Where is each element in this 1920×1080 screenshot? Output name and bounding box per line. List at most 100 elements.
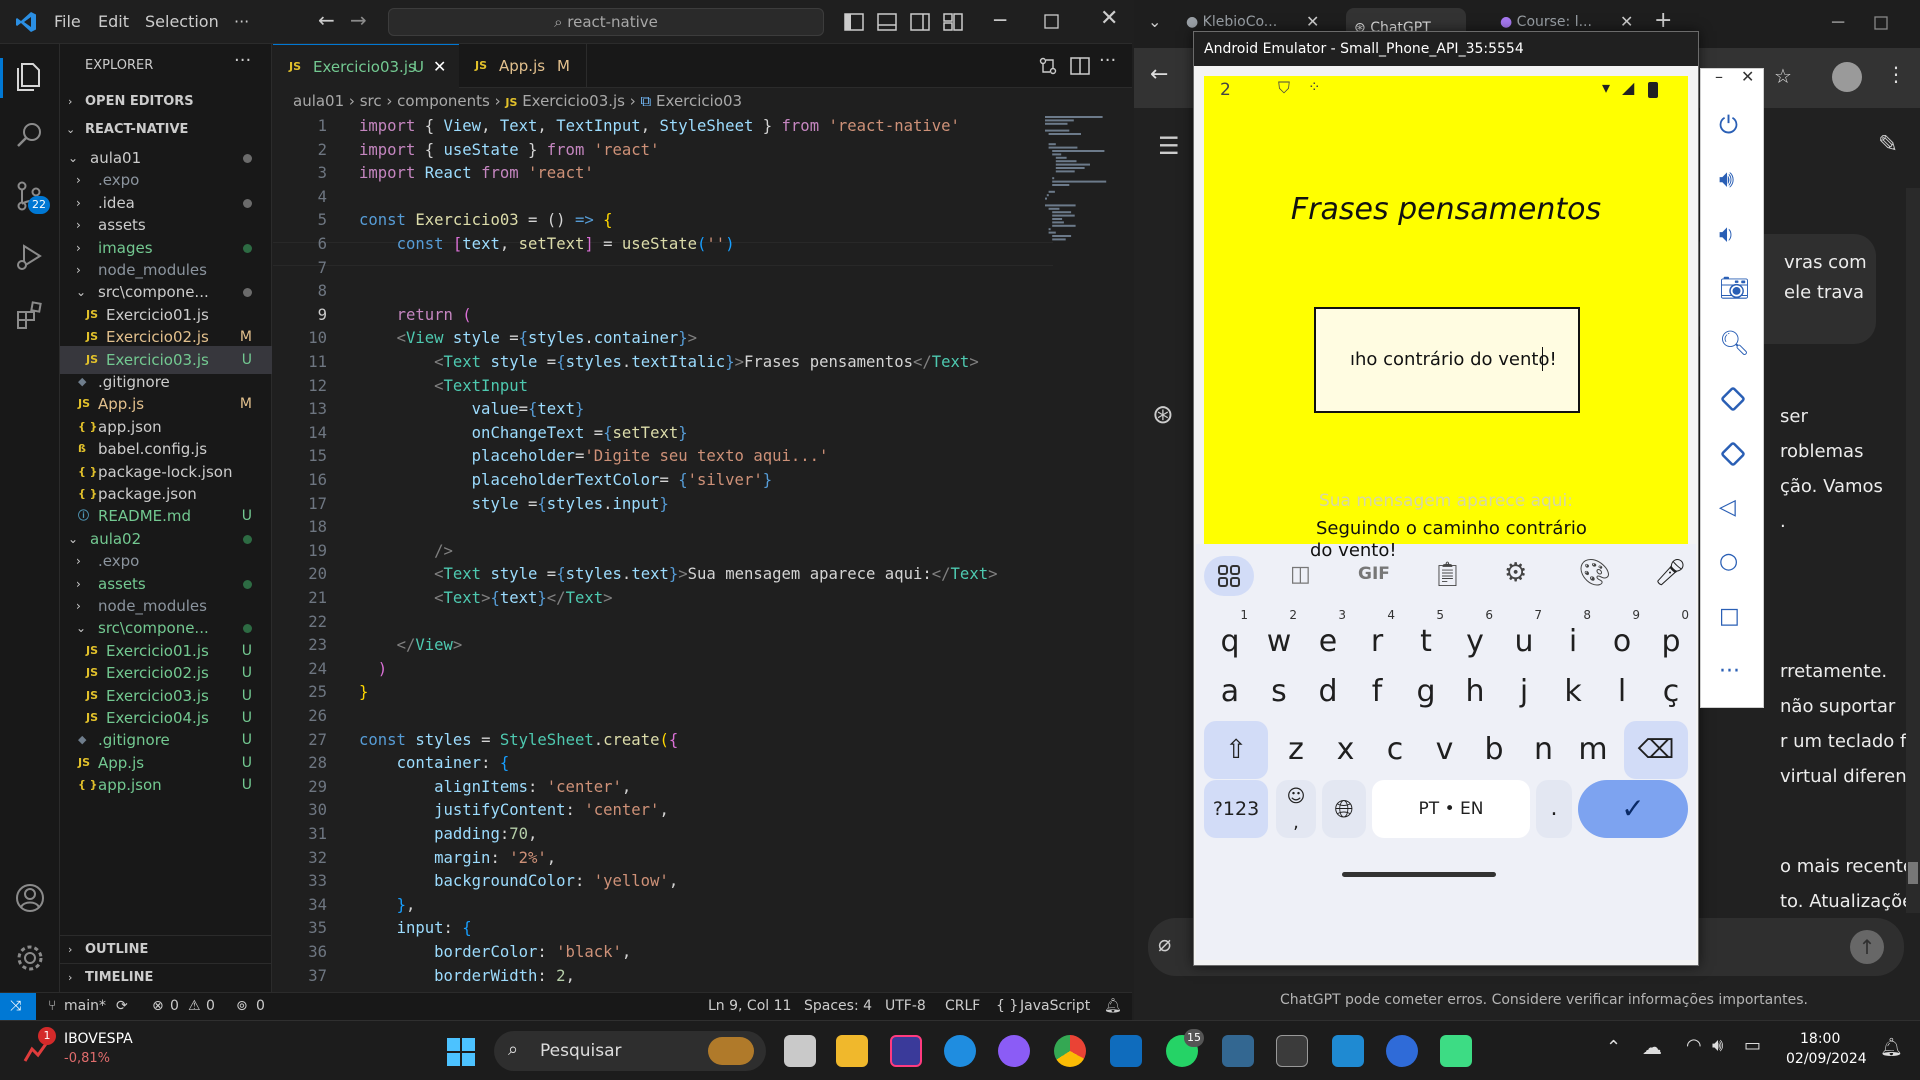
app-icon[interactable] xyxy=(1386,1035,1418,1067)
palette-icon[interactable]: 🎨︎ xyxy=(1578,558,1611,588)
key-q[interactable]: q1 xyxy=(1208,608,1252,670)
notification-bell-icon[interactable]: 🔔︎ xyxy=(1880,1037,1903,1058)
account-icon[interactable] xyxy=(12,880,48,916)
menu-more[interactable]: ··· xyxy=(234,12,249,31)
menu-edit[interactable]: Edit xyxy=(98,12,129,31)
android-emulator-icon[interactable] xyxy=(1440,1035,1472,1067)
minimap[interactable] xyxy=(1045,116,1115,246)
vscode-taskbar-icon[interactable] xyxy=(1332,1035,1364,1067)
explorer-more-icon[interactable]: ··· xyxy=(234,50,251,71)
menu-file[interactable]: File xyxy=(54,12,81,31)
cloud-icon[interactable]: ☁ xyxy=(1642,1035,1662,1059)
key-u[interactable]: u7 xyxy=(1502,608,1546,670)
rotate-left-icon[interactable] xyxy=(1719,385,1747,413)
command-center-search[interactable]: ⌕ react-native xyxy=(388,8,824,36)
toggle-sidebar-icon[interactable] xyxy=(844,12,864,32)
breadcrumb-item[interactable]: Exercicio03.js xyxy=(522,92,625,110)
search-sidebar-icon[interactable] xyxy=(12,118,48,154)
key-l[interactable]: l xyxy=(1600,664,1644,720)
back-triangle-icon[interactable]: ◁ xyxy=(1719,495,1747,523)
minimize-icon[interactable]: – xyxy=(1715,67,1723,86)
split-editor-icon[interactable] xyxy=(1070,56,1090,76)
bell-icon[interactable]: 🔔︎ xyxy=(1104,993,1122,1020)
key-t[interactable]: t5 xyxy=(1404,608,1448,670)
minimize-icon[interactable]: ─ xyxy=(994,8,1006,32)
taskbar-search[interactable]: ⌕ Pesquisar xyxy=(494,1031,766,1071)
home-circle-icon[interactable]: ○ xyxy=(1719,549,1747,577)
shift-key[interactable]: ⇧ xyxy=(1204,721,1268,779)
key-a[interactable]: a xyxy=(1208,664,1252,720)
phone-screen[interactable]: 2 ⛉ ⁘ ▾ ◢ Frases pensamentos ıho contrár… xyxy=(1196,76,1696,960)
forward-arrow-icon[interactable]: → xyxy=(350,8,367,32)
volume-up-icon[interactable]: 🔊︎ xyxy=(1719,165,1747,193)
rotate-right-icon[interactable] xyxy=(1719,440,1747,468)
close-icon[interactable]: ✕ xyxy=(1741,67,1754,86)
close-tab-icon[interactable]: ✕ xyxy=(1620,12,1633,31)
back-arrow-icon[interactable]: ← xyxy=(318,8,335,32)
emoji-comma-key[interactable]: ☺, xyxy=(1276,780,1316,838)
bookmark-star-icon[interactable]: ☆ xyxy=(1774,64,1792,88)
key-w[interactable]: w2 xyxy=(1257,608,1301,670)
key-b[interactable]: b xyxy=(1472,722,1516,778)
compare-changes-icon[interactable] xyxy=(1038,56,1058,76)
key-v[interactable]: v xyxy=(1423,722,1467,778)
indentation[interactable]: Spaces: 4 xyxy=(804,993,872,1020)
globe-icon[interactable]: 🌐︎ xyxy=(1322,780,1366,838)
key-g[interactable]: g xyxy=(1404,664,1448,720)
run-debug-icon[interactable] xyxy=(12,238,48,274)
open-editors-section[interactable]: › OPEN EDITORS xyxy=(60,88,272,116)
outline-section[interactable]: › OUTLINE xyxy=(60,935,272,963)
clipboard-icon[interactable]: 📋︎ xyxy=(1432,560,1462,588)
key-e[interactable]: e3 xyxy=(1306,608,1350,670)
timeline-section[interactable]: › TIMELINE xyxy=(60,963,272,991)
key-d[interactable]: d xyxy=(1306,664,1350,720)
volume-icon[interactable]: 🔊︎ xyxy=(1712,1035,1723,1056)
toggle-secondary-sidebar-icon[interactable] xyxy=(910,12,930,32)
close-tab-icon[interactable]: ✕ xyxy=(433,45,446,89)
camera-icon[interactable]: 📷︎ xyxy=(1719,274,1749,302)
maximize-icon[interactable] xyxy=(1044,14,1060,30)
key-f[interactable]: f xyxy=(1355,664,1399,720)
extensions-icon[interactable] xyxy=(12,298,48,334)
key-m[interactable]: m xyxy=(1571,722,1615,778)
cursor-position[interactable]: Ln 9, Col 11 xyxy=(708,993,791,1020)
terminal-icon[interactable] xyxy=(1276,1035,1308,1067)
key-i[interactable]: i8 xyxy=(1551,608,1595,670)
key-r[interactable]: r4 xyxy=(1355,608,1399,670)
clock-time[interactable]: 18:00 xyxy=(1800,1031,1840,1047)
key-y[interactable]: y6 xyxy=(1453,608,1497,670)
edge-browser-icon[interactable] xyxy=(944,1035,976,1067)
key-h[interactable]: h xyxy=(1453,664,1497,720)
key-x[interactable]: x xyxy=(1324,722,1368,778)
breadcrumb-item[interactable]: components xyxy=(397,92,490,110)
menu-selection[interactable]: Selection xyxy=(145,12,219,31)
copilot-icon[interactable] xyxy=(998,1035,1030,1067)
key-ç[interactable]: ç xyxy=(1649,664,1693,720)
sticker-icon[interactable]: ◫ xyxy=(1290,562,1311,587)
overview-square-icon[interactable]: □ xyxy=(1719,604,1747,632)
customize-layout-icon[interactable] xyxy=(943,12,963,32)
symbols-key[interactable]: ?123 xyxy=(1204,780,1268,838)
backspace-key[interactable]: ⌫ xyxy=(1624,721,1688,779)
power-icon[interactable]: ⏻ xyxy=(1719,111,1747,139)
profile-avatar[interactable] xyxy=(1832,62,1862,92)
close-window-icon[interactable]: ✕ xyxy=(1100,6,1118,31)
chrome-icon[interactable] xyxy=(1054,1035,1086,1067)
key-c[interactable]: c xyxy=(1373,722,1417,778)
text-input[interactable]: ıho contrário do vento! xyxy=(1314,307,1580,413)
remote-indicator[interactable]: ⤨ xyxy=(0,993,36,1020)
microphone-icon[interactable]: 🎤︎ xyxy=(1654,558,1687,588)
tab-exercicio03[interactable]: JS Exercicio03.js U ✕ xyxy=(273,44,459,88)
editor-more-icon[interactable]: ··· xyxy=(1099,50,1116,71)
store-icon[interactable] xyxy=(1110,1035,1142,1067)
space-key[interactable]: PT • EN xyxy=(1372,780,1530,838)
tree-item[interactable]: { } app.json U xyxy=(60,771,272,799)
key-n[interactable]: n xyxy=(1522,722,1566,778)
key-p[interactable]: p0 xyxy=(1649,608,1693,670)
key-j[interactable]: j xyxy=(1502,664,1546,720)
send-arrow-icon[interactable]: ↑ xyxy=(1850,930,1884,964)
task-view-icon[interactable] xyxy=(784,1035,816,1067)
explorer-icon[interactable] xyxy=(12,58,48,94)
enter-check-icon[interactable]: ✓ xyxy=(1578,780,1688,838)
warning-count[interactable]: 0 xyxy=(206,993,215,1020)
